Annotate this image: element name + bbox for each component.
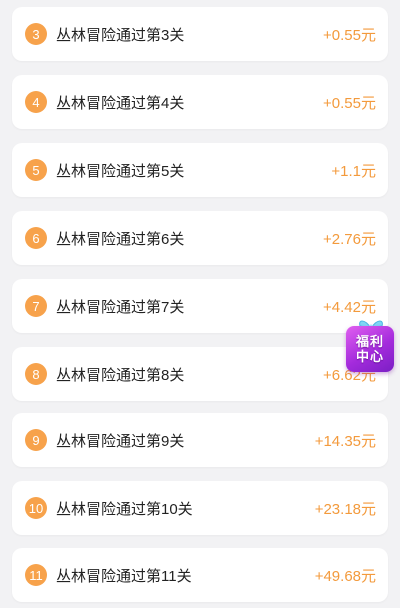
level-number-badge: 8	[25, 363, 47, 385]
task-list: 3 丛林冒险通过第3关 +0.55元 4 丛林冒险通过第4关 +0.55元 5 …	[0, 0, 400, 608]
list-item[interactable]: 10 丛林冒险通过第10关 +23.18元	[12, 481, 388, 535]
reward-amount: +4.42元	[323, 298, 376, 316]
list-item[interactable]: 5 丛林冒险通过第5关 +1.1元	[12, 143, 388, 197]
list-item[interactable]: 9 丛林冒险通过第9关 +14.35元	[12, 413, 388, 467]
list-item[interactable]: 7 丛林冒险通过第7关 +4.42元	[12, 279, 388, 333]
level-number-badge: 9	[25, 429, 47, 451]
list-item[interactable]: 3 丛林冒险通过第3关 +0.55元	[12, 7, 388, 61]
task-title: 丛林冒险通过第7关	[56, 298, 185, 316]
list-item[interactable]: 6 丛林冒险通过第6关 +2.76元	[12, 211, 388, 265]
reward-amount: +0.55元	[323, 94, 376, 112]
reward-amount: +1.1元	[331, 162, 376, 180]
welfare-label-line1: 福利	[355, 334, 384, 349]
reward-amount: +14.35元	[314, 432, 376, 450]
level-number-badge: 11	[25, 564, 47, 586]
task-title: 丛林冒险通过第6关	[56, 230, 185, 248]
task-title: 丛林冒险通过第8关	[56, 366, 185, 384]
list-item[interactable]: 8 丛林冒险通过第8关 +6.62元	[12, 347, 388, 401]
task-title: 丛林冒险通过第11关	[56, 567, 192, 585]
reward-amount: +2.76元	[323, 230, 376, 248]
reward-amount: +23.18元	[314, 500, 376, 518]
task-title: 丛林冒险通过第4关	[56, 94, 185, 112]
reward-amount: +49.68元	[314, 567, 376, 585]
level-number-badge: 5	[25, 159, 47, 181]
welfare-center-badge: 福利 中心	[346, 326, 394, 372]
level-number-badge: 6	[25, 227, 47, 249]
welfare-center-button[interactable]: 福利 中心	[344, 318, 398, 376]
level-number-badge: 10	[25, 497, 47, 519]
level-number-badge: 4	[25, 91, 47, 113]
list-item[interactable]: 4 丛林冒险通过第4关 +0.55元	[12, 75, 388, 129]
level-number-badge: 3	[25, 23, 47, 45]
task-title: 丛林冒险通过第3关	[56, 26, 185, 44]
list-item[interactable]: 11 丛林冒险通过第11关 +49.68元	[12, 548, 388, 602]
reward-amount: +0.55元	[323, 26, 376, 44]
task-title: 丛林冒险通过第5关	[56, 162, 185, 180]
task-title: 丛林冒险通过第9关	[56, 432, 185, 450]
task-title: 丛林冒险通过第10关	[56, 500, 193, 518]
level-number-badge: 7	[25, 295, 47, 317]
welfare-label-line2: 中心	[355, 349, 384, 364]
